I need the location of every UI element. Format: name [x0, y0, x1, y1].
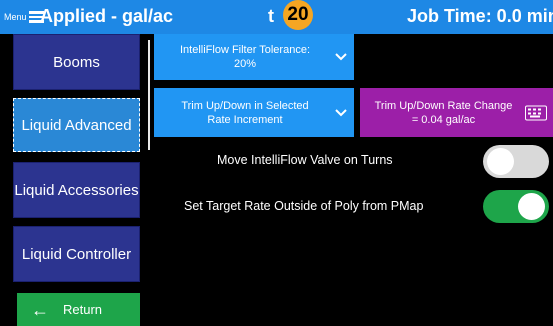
target-rate-label: Set Target Rate Outside of Poly from PMa…	[184, 199, 424, 213]
trim-rate-change-value: = 0.04 gal/ac	[411, 113, 476, 126]
trim-rate-change-button[interactable]: Trim Up/Down Rate Change = 0.04 gal/ac	[360, 88, 553, 137]
job-time: Job Time: 0.0 min	[407, 6, 553, 26]
filter-tolerance-dropdown[interactable]: IntelliFlow Filter Tolerance: 20%	[154, 34, 354, 80]
trim-increment-label-2: Rate Increment	[207, 113, 283, 126]
chevron-down-icon	[335, 108, 347, 116]
toggle-knob	[518, 193, 545, 220]
return-label: Return	[63, 302, 103, 317]
move-valve-toggle[interactable]	[483, 145, 549, 178]
trim-increment-label: Trim Up/Down in Selected	[181, 99, 309, 112]
keyboard-icon	[525, 105, 547, 120]
step-badge: 20	[283, 0, 313, 30]
trim-increment-dropdown[interactable]: Trim Up/Down in Selected Rate Increment	[154, 88, 354, 137]
move-valve-label: Move IntelliFlow Valve on Turns	[217, 153, 393, 167]
arrow-left-icon: ←	[31, 299, 49, 320]
target-rate-toggle[interactable]	[483, 190, 549, 223]
filter-tolerance-label: IntelliFlow Filter Tolerance:	[179, 44, 310, 56]
filter-tolerance-value: 20%	[233, 58, 256, 70]
sidebar: Booms Liquid Advanced Liquid Accessories…	[0, 34, 148, 326]
chevron-down-icon	[335, 53, 347, 61]
sidebar-item-liquid-controller[interactable]: Liquid Controller	[13, 226, 140, 282]
menu-label: Menu	[4, 12, 27, 22]
page-title: Applied - gal/ac	[40, 6, 174, 26]
sidebar-item-label: Liquid Accessories	[14, 181, 139, 199]
return-button[interactable]: ← Return	[17, 293, 140, 326]
sidebar-item-label: Liquid Advanced	[21, 116, 132, 134]
sidebar-item-liquid-advanced[interactable]: Liquid Advanced	[13, 98, 140, 152]
sidebar-item-label: Liquid Controller	[21, 245, 132, 263]
sidebar-item-liquid-accessories[interactable]: Liquid Accessories	[13, 162, 140, 218]
toggle-knob	[487, 148, 514, 175]
scrollbar[interactable]	[148, 40, 150, 150]
top-bar: Menu Applied - gal/ac t Job Time: 0.0 mi…	[0, 0, 553, 34]
trim-rate-change-label: Trim Up/Down Rate Change	[374, 99, 513, 112]
sidebar-item-booms[interactable]: Booms	[13, 34, 140, 90]
title-fragment: t	[268, 6, 274, 26]
sidebar-item-label: Booms	[53, 53, 100, 71]
